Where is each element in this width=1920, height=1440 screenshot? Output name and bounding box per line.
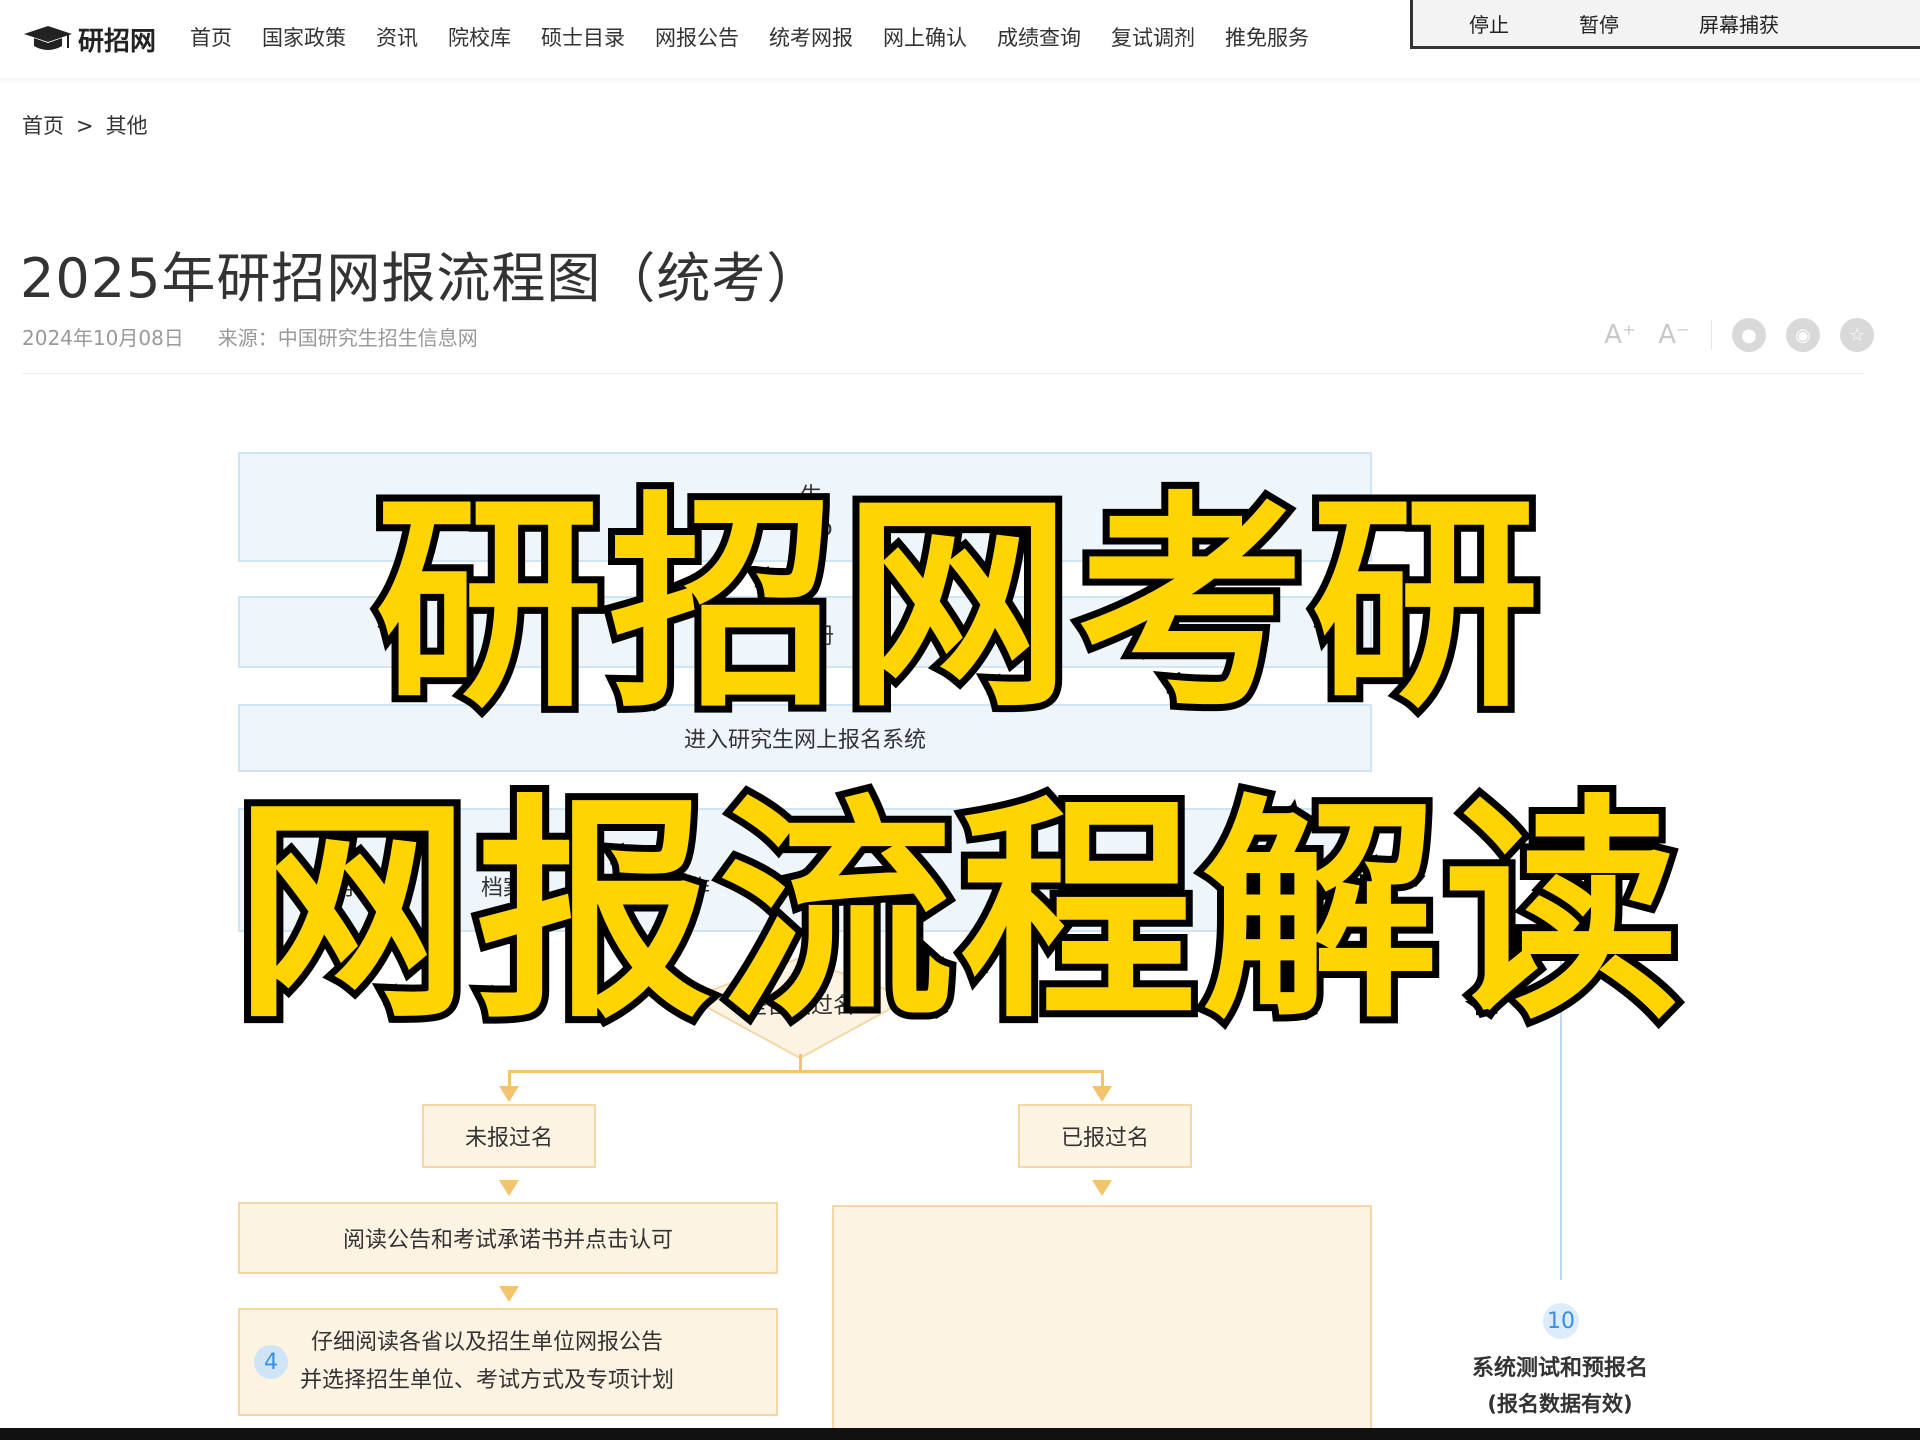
recorder-stop-button[interactable]: 停止 — [1469, 9, 1509, 38]
side-step-subtitle: (报名数据有效) — [1487, 1392, 1633, 1416]
weibo-share-icon[interactable]: ◉ — [1786, 318, 1820, 352]
flow-branch-line — [508, 1070, 1104, 1073]
nav-recommend[interactable]: 推免服务 — [1225, 22, 1309, 52]
nav-home[interactable]: 首页 — [190, 22, 232, 52]
flow-arrow — [1092, 1086, 1112, 1102]
nav-registration[interactable]: 统考网报 — [769, 22, 853, 52]
nav-catalog[interactable]: 硕士目录 — [541, 22, 625, 52]
recorder-pause-button[interactable]: 暂停 — [1579, 9, 1619, 38]
wechat-share-icon[interactable]: ● — [1732, 318, 1766, 352]
step-number-badge: 4 — [254, 1345, 288, 1379]
tools-divider — [1711, 320, 1712, 350]
nav-policy[interactable]: 国家政策 — [262, 22, 346, 52]
nav-news[interactable]: 资讯 — [376, 22, 418, 52]
article-source: 来源：中国研究生招生信息网 — [217, 326, 478, 350]
side-step-title: 系统测试和预报名 — [1471, 1356, 1648, 1381]
overlay-title-line-1: 研招网考研 — [368, 465, 1546, 745]
nav-scores[interactable]: 成绩查询 — [997, 22, 1081, 52]
screen-recorder-toolbar: 停止 暂停 屏幕捕获 — [1410, 0, 1920, 49]
breadcrumb: 首页 > 其他 — [22, 110, 148, 140]
header-divider — [22, 373, 1864, 374]
article-meta: 2024年10月08日 来源：中国研究生招生信息网 — [22, 322, 478, 351]
font-increase-icon[interactable]: A⁺ — [1603, 318, 1637, 352]
nav-announcements[interactable]: 网报公告 — [655, 22, 739, 52]
flow-arrow — [1092, 1180, 1112, 1196]
overlay-title-line-2: 网报流程解读 — [227, 768, 1687, 1057]
article-tools: A⁺ A⁻ ● ◉ ☆ — [1603, 318, 1874, 352]
step-4-line-2: 并选择招生单位、考试方式及专项计划 — [300, 1368, 675, 1393]
site-logo[interactable]: 研招网 — [22, 20, 156, 58]
favorite-star-icon[interactable]: ☆ — [1840, 318, 1874, 352]
recorder-capture-button[interactable]: 屏幕捕获 — [1699, 9, 1779, 38]
nav-confirmation[interactable]: 网上确认 — [883, 22, 967, 52]
bottom-edge-bar — [0, 1428, 1920, 1440]
flow-already-registered: 已报过名 — [1018, 1104, 1192, 1168]
flow-not-registered: 未报过名 — [422, 1104, 596, 1168]
breadcrumb-separator: > — [76, 114, 94, 138]
page-title: 2025年研招网报流程图（统考） — [20, 247, 822, 311]
article-date: 2024年10月08日 — [22, 326, 184, 350]
nav-adjustment[interactable]: 复试调剂 — [1111, 22, 1195, 52]
logo-text: 研招网 — [78, 26, 157, 57]
flow-arrow — [499, 1086, 519, 1102]
flow-read-notice: 阅读公告和考试承诺书并点击认可 — [238, 1202, 778, 1274]
graduation-cap-icon — [24, 26, 72, 50]
flow-already-branch-box — [832, 1205, 1372, 1433]
breadcrumb-current[interactable]: 其他 — [106, 114, 148, 138]
step-4-line-1: 仔细阅读各省以及招生单位网报公告 — [311, 1330, 664, 1355]
side-step-number: 10 — [1543, 1303, 1579, 1339]
nav-schools[interactable]: 院校库 — [448, 22, 511, 52]
font-decrease-icon[interactable]: A⁻ — [1657, 318, 1691, 352]
flow-step-4: 4 仔细阅读各省以及招生单位网报公告 并选择招生单位、考试方式及专项计划 — [238, 1308, 778, 1416]
flow-arrow — [499, 1286, 519, 1302]
main-nav: 首页 国家政策 资讯 院校库 硕士目录 网报公告 统考网报 网上确认 成绩查询 … — [190, 22, 1339, 52]
breadcrumb-home[interactable]: 首页 — [22, 114, 64, 138]
flow-arrow — [499, 1180, 519, 1196]
